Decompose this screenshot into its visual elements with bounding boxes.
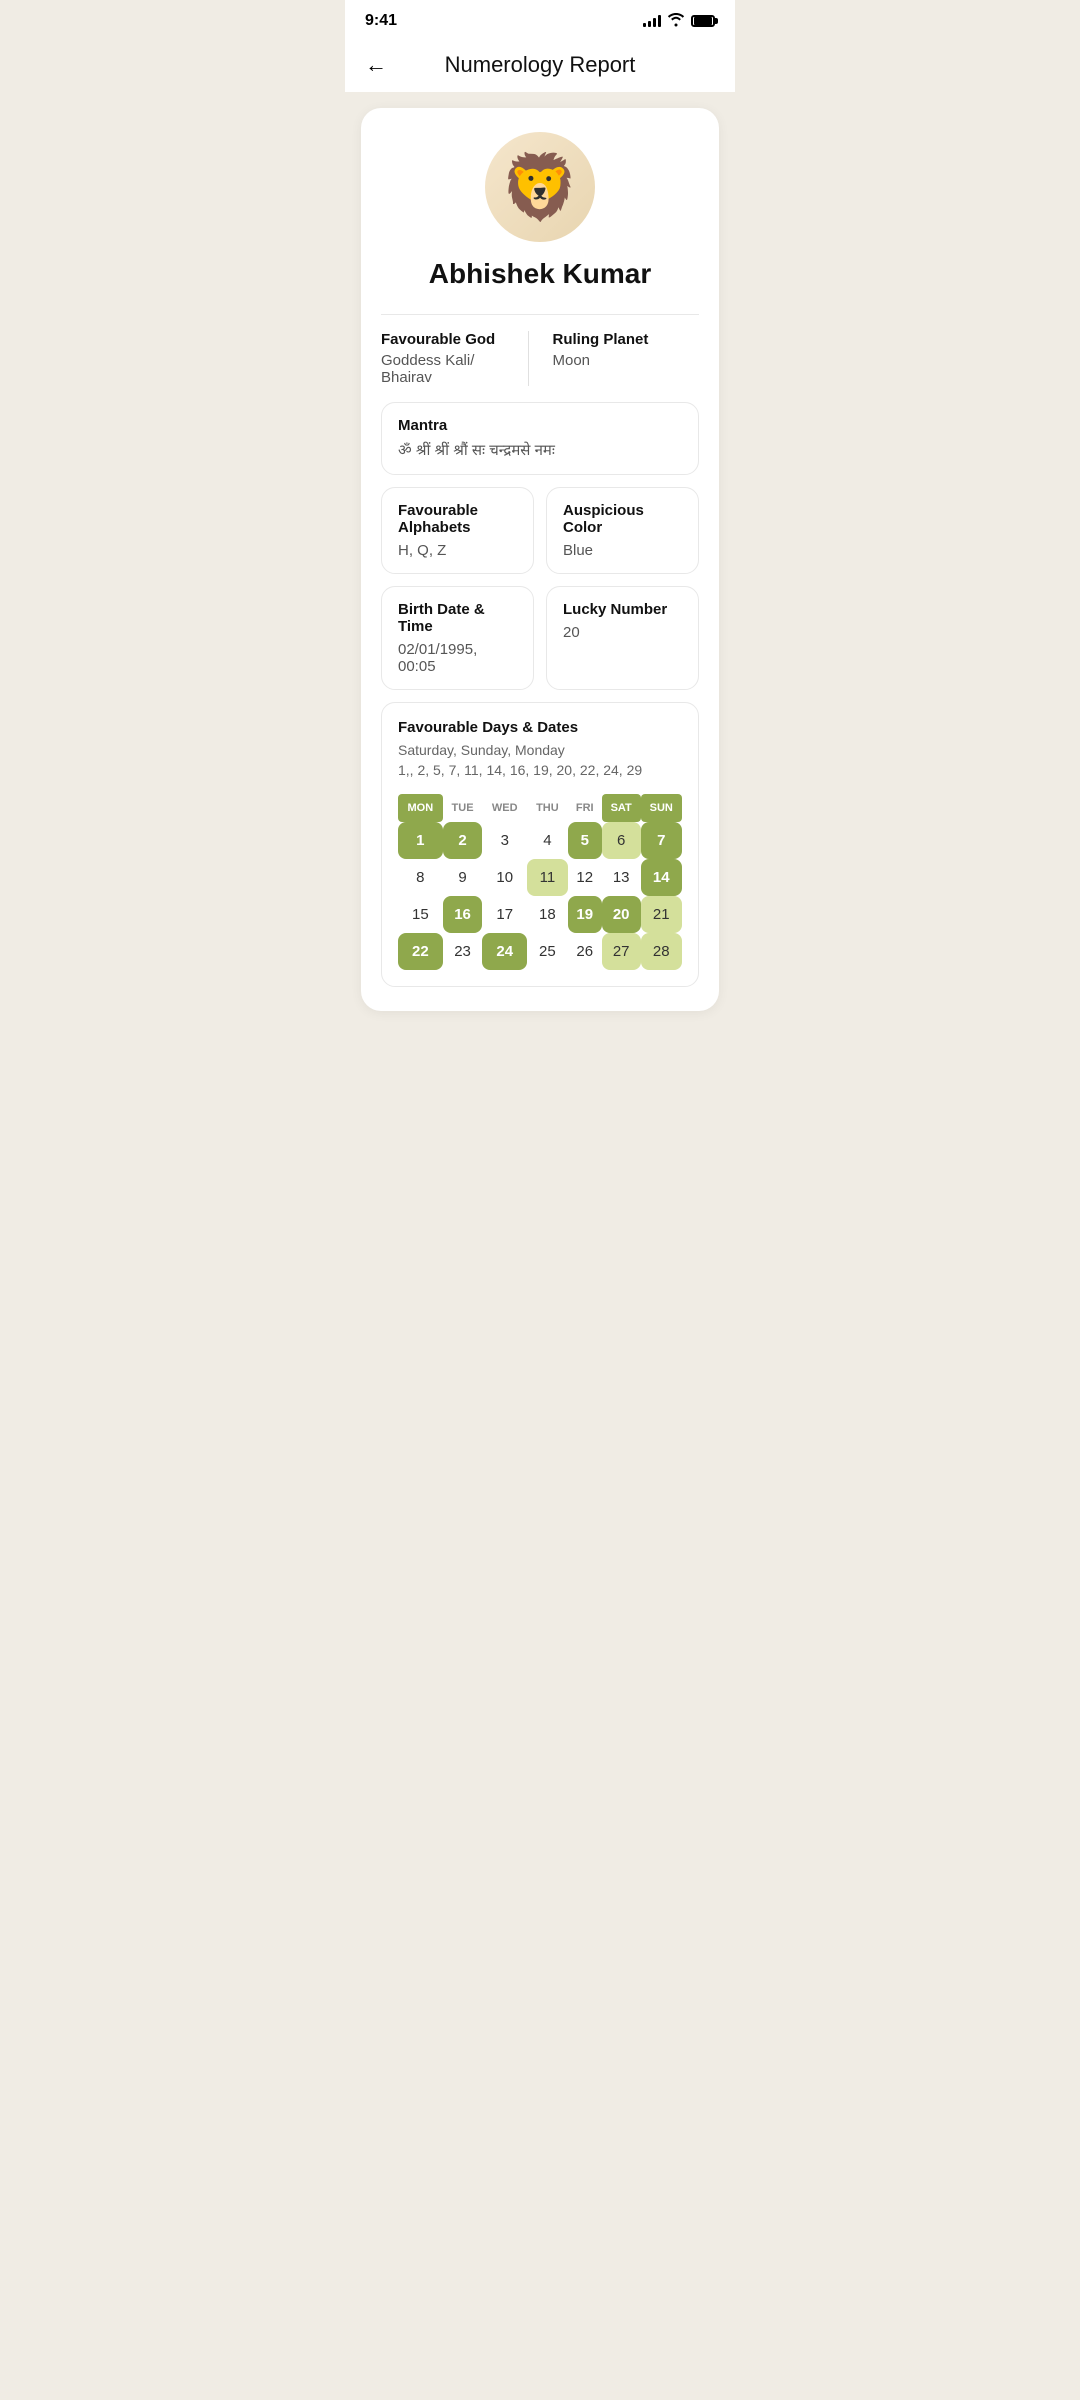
mantra-box: Mantra ॐ श्रीं श्रीं श्रौं सः चन्द्रमसे … <box>381 402 699 475</box>
main-content: 🦁 Abhishek Kumar Favourable God Goddess … <box>345 92 735 1027</box>
calendar-day-10: 10 <box>482 859 527 896</box>
calendar-day-7: 7 <box>641 822 682 859</box>
status-icons <box>643 13 715 30</box>
calendar-header-fri: FRI <box>568 794 602 822</box>
lion-icon: 🦁 <box>500 150 580 225</box>
mantra-value: ॐ श्रीं श्रीं श्रौं सः चन्द्रमसे नमः <box>398 440 682 460</box>
status-bar: 9:41 <box>345 0 735 38</box>
calendar-header-mon: MON <box>398 794 443 822</box>
lucky-number-label: Lucky Number <box>563 601 682 618</box>
calendar-day-24: 24 <box>482 933 527 970</box>
calendar-day-8: 8 <box>398 859 443 896</box>
birthdate-value: 02/01/1995, 00:05 <box>398 641 517 675</box>
calendar-header-thu: THU <box>527 794 568 822</box>
ruling-planet-value: Moon <box>553 352 692 369</box>
alphabets-value: H, Q, Z <box>398 542 517 559</box>
birthdate-label: Birth Date & Time <box>398 601 517 635</box>
calendar-day-2: 2 <box>443 822 483 859</box>
calendar-day-6: 6 <box>602 822 641 859</box>
numerology-card: 🦁 Abhishek Kumar Favourable God Goddess … <box>361 108 719 1011</box>
calendar-day-3: 3 <box>482 822 527 859</box>
page-header: ← Numerology Report <box>345 38 735 92</box>
calendar-day-20: 20 <box>602 896 641 933</box>
signal-icon <box>643 15 661 27</box>
calendar-grid: MONTUEWEDTHUFRISATSUN 123456789101112131… <box>398 794 682 970</box>
ruling-planet-cell: Ruling Planet Moon <box>545 331 700 386</box>
user-name: Abhishek Kumar <box>429 258 652 290</box>
calendar-day-15: 15 <box>398 896 443 933</box>
ruling-planet-label: Ruling Planet <box>553 331 692 348</box>
calendar-day-13: 13 <box>602 859 641 896</box>
profile-section: 🦁 Abhishek Kumar <box>381 132 699 290</box>
color-box: Auspicious Color Blue <box>546 487 699 574</box>
calendar-day-19: 19 <box>568 896 602 933</box>
favourable-god-value: Goddess Kali/ Bhairav <box>381 352 520 386</box>
god-planet-row: Favourable God Goddess Kali/ Bhairav Rul… <box>381 314 699 386</box>
alphabets-label: Favourable Alphabets <box>398 502 517 536</box>
calendar-header-sat: SAT <box>602 794 641 822</box>
calendar-day-16: 16 <box>443 896 483 933</box>
color-label: Auspicious Color <box>563 502 682 536</box>
favourable-god-label: Favourable God <box>381 331 520 348</box>
calendar-day-27: 27 <box>602 933 641 970</box>
calendar-day-22: 22 <box>398 933 443 970</box>
color-value: Blue <box>563 542 682 559</box>
birthdate-lucky-row: Birth Date & Time 02/01/1995, 00:05 Luck… <box>381 586 699 690</box>
fav-days-dates: 1,, 2, 5, 7, 11, 14, 16, 19, 20, 22, 24,… <box>398 762 682 778</box>
calendar-day-23: 23 <box>443 933 483 970</box>
calendar-row-2: 891011121314 <box>398 859 682 896</box>
favourable-god-cell: Favourable God Goddess Kali/ Bhairav <box>381 331 529 386</box>
calendar-day-12: 12 <box>568 859 602 896</box>
calendar-day-5: 5 <box>568 822 602 859</box>
calendar-day-17: 17 <box>482 896 527 933</box>
battery-icon <box>691 15 715 27</box>
calendar-header-row: MONTUEWEDTHUFRISATSUN <box>398 794 682 822</box>
calendar-day-14: 14 <box>641 859 682 896</box>
wifi-icon <box>667 13 685 30</box>
calendar-day-11: 11 <box>527 859 568 896</box>
calendar-row-4: 22232425262728 <box>398 933 682 970</box>
calendar-day-4: 4 <box>527 822 568 859</box>
calendar-row-3: 15161718192021 <box>398 896 682 933</box>
calendar-day-1: 1 <box>398 822 443 859</box>
calendar-day-28: 28 <box>641 933 682 970</box>
calendar-day-25: 25 <box>527 933 568 970</box>
calendar-header-sun: SUN <box>641 794 682 822</box>
calendar-day-18: 18 <box>527 896 568 933</box>
calendar-day-9: 9 <box>443 859 483 896</box>
calendar-row-1: 1234567 <box>398 822 682 859</box>
lucky-number-value: 20 <box>563 624 682 641</box>
calendar-header-tue: TUE <box>443 794 483 822</box>
fav-days-days: Saturday, Sunday, Monday <box>398 742 682 758</box>
birthdate-box: Birth Date & Time 02/01/1995, 00:05 <box>381 586 534 690</box>
lucky-number-box: Lucky Number 20 <box>546 586 699 690</box>
calendar-day-26: 26 <box>568 933 602 970</box>
mantra-label: Mantra <box>398 417 682 434</box>
alphabets-box: Favourable Alphabets H, Q, Z <box>381 487 534 574</box>
avatar: 🦁 <box>485 132 595 242</box>
favourable-days-box: Favourable Days & Dates Saturday, Sunday… <box>381 702 699 987</box>
fav-days-title: Favourable Days & Dates <box>398 719 682 736</box>
alphabets-color-row: Favourable Alphabets H, Q, Z Auspicious … <box>381 487 699 574</box>
back-button[interactable]: ← <box>365 52 387 78</box>
status-time: 9:41 <box>365 12 397 30</box>
calendar-header-wed: WED <box>482 794 527 822</box>
page-title: Numerology Report <box>403 52 677 78</box>
calendar-body: 1234567891011121314151617181920212223242… <box>398 822 682 970</box>
calendar-day-21: 21 <box>641 896 682 933</box>
